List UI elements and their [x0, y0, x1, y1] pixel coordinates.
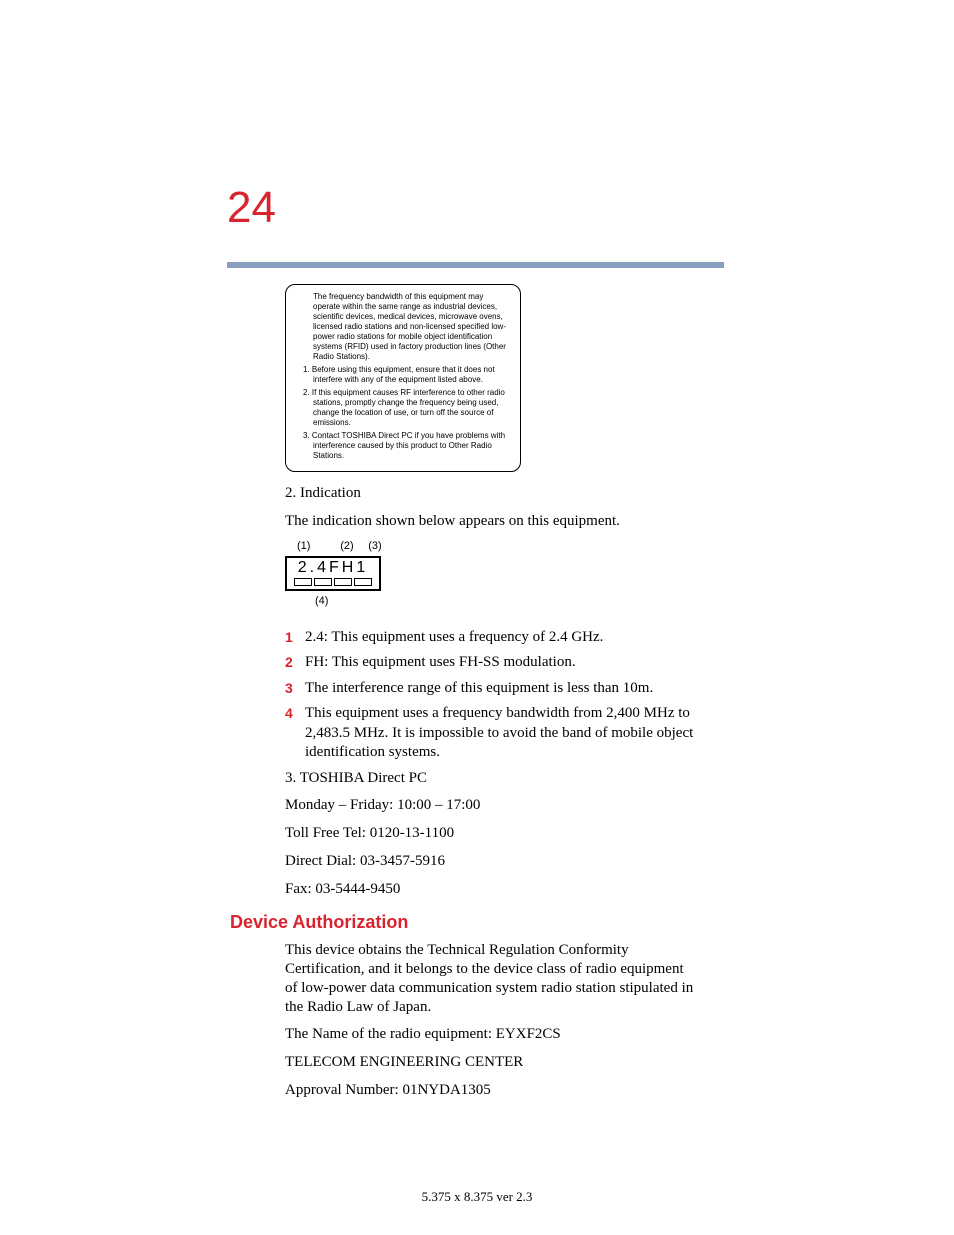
- indication-bars: [289, 578, 377, 586]
- contact-tollfree: Toll Free Tel: 0120-13-1100: [285, 824, 695, 843]
- indication-top-labels: (1) (2) (3): [285, 540, 395, 552]
- indication-heading: 2. Indication: [285, 484, 695, 503]
- indication-label-1: (1): [285, 540, 333, 552]
- contact-fax: Fax: 03-5444-9450: [285, 880, 695, 899]
- page-number: 24: [227, 186, 276, 230]
- list-number: 3: [285, 679, 305, 697]
- list-number: 4: [285, 704, 305, 722]
- list-item: 4 This equipment uses a frequency bandwi…: [285, 704, 695, 763]
- bar-icon: [354, 578, 372, 586]
- list-number: 1: [285, 628, 305, 646]
- indication-label-3: (3): [361, 540, 389, 552]
- auth-paragraph-1: This device obtains the Technical Regula…: [285, 941, 695, 1016]
- indication-text: The indication shown below appears on th…: [285, 512, 695, 531]
- list-item: 3 The interference range of this equipme…: [285, 679, 695, 699]
- indication-graphic: (1) (2) (3) 2.4FH1 (4): [285, 540, 395, 618]
- list-text: 2.4: This equipment uses a frequency of …: [305, 628, 695, 648]
- notice-item-3: 3. Contact TOSHIBA Direct PC if you have…: [295, 431, 511, 461]
- page: 24 The frequency bandwidth of this equip…: [0, 0, 954, 1235]
- section-title-device-authorization: Device Authorization: [230, 912, 695, 933]
- contact-heading: 3. TOSHIBA Direct PC: [285, 769, 695, 788]
- list-number: 2: [285, 653, 305, 671]
- bar-icon: [294, 578, 312, 586]
- content-area: The frequency bandwidth of this equipmen…: [285, 284, 695, 1109]
- indication-label-4: (4): [285, 595, 411, 607]
- notice-intro: The frequency bandwidth of this equipmen…: [313, 292, 511, 362]
- list-item: 1 2.4: This equipment uses a frequency o…: [285, 628, 695, 648]
- bar-icon: [314, 578, 332, 586]
- indication-box: 2.4FH1: [285, 556, 381, 592]
- list-item: 2 FH: This equipment uses FH-SS modulati…: [285, 653, 695, 673]
- auth-paragraph-4: Approval Number: 01NYDA1305: [285, 1081, 695, 1100]
- list-text: The interference range of this equipment…: [305, 679, 695, 699]
- auth-paragraph-2: The Name of the radio equipment: EYXF2CS: [285, 1025, 695, 1044]
- bar-icon: [334, 578, 352, 586]
- indication-code: 2.4FH1: [289, 559, 377, 577]
- indication-label-2: (2): [333, 540, 361, 552]
- header-rule: [227, 262, 724, 268]
- notice-box: The frequency bandwidth of this equipmen…: [285, 284, 521, 472]
- list-text: FH: This equipment uses FH-SS modulation…: [305, 653, 695, 673]
- auth-paragraph-3: TELECOM ENGINEERING CENTER: [285, 1053, 695, 1072]
- notice-item-1: 1. Before using this equipment, ensure t…: [295, 365, 511, 385]
- numbered-list: 1 2.4: This equipment uses a frequency o…: [285, 628, 695, 763]
- list-text: This equipment uses a frequency bandwidt…: [305, 704, 695, 763]
- page-footer: 5.375 x 8.375 ver 2.3: [0, 1189, 954, 1205]
- contact-hours: Monday – Friday: 10:00 – 17:00: [285, 796, 695, 815]
- notice-item-2: 2. If this equipment causes RF interfere…: [295, 388, 511, 428]
- contact-direct-dial: Direct Dial: 03-3457-5916: [285, 852, 695, 871]
